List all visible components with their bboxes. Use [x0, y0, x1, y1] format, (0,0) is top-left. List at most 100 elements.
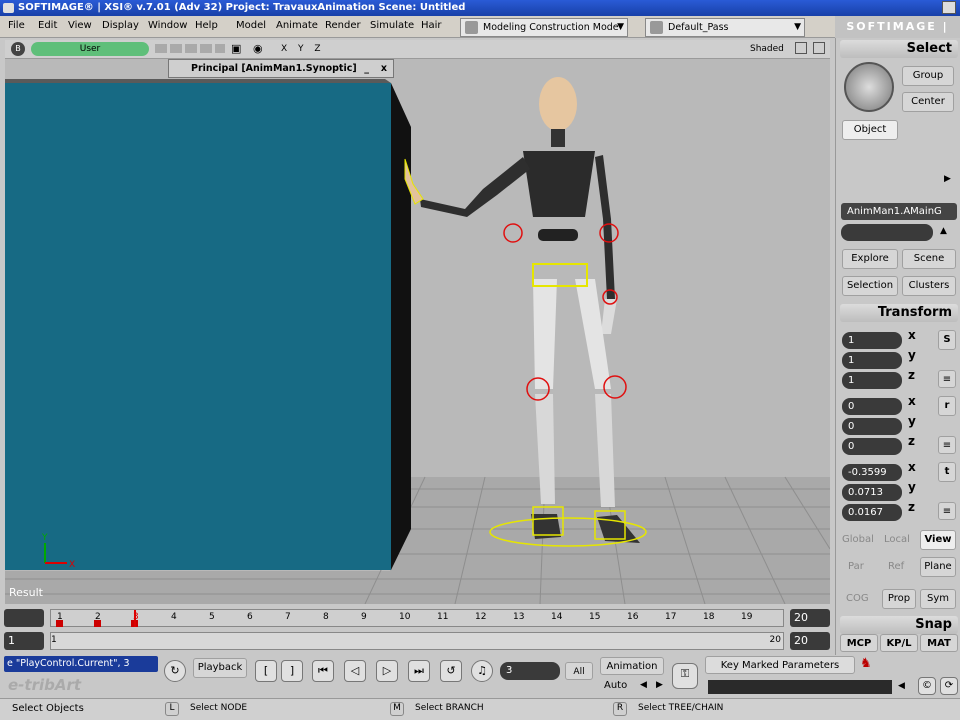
chevron-right-icon[interactable]: ▶	[656, 680, 663, 690]
scale-menu-icon[interactable]: ≡	[938, 370, 956, 388]
animation-button[interactable]: Animation	[600, 657, 664, 675]
eye-icon[interactable]: ◉	[253, 42, 263, 55]
current-frame-field[interactable]: 3	[500, 662, 560, 680]
translate-mode-button[interactable]: t	[938, 462, 956, 482]
menu-simulate[interactable]: Simulate	[370, 20, 414, 31]
tab-kpl[interactable]: KP/L	[880, 634, 918, 652]
refresh-icon[interactable]: ⟳	[940, 677, 958, 695]
rotate-y-field[interactable]: 0	[842, 418, 902, 435]
next-frame-icon[interactable]: ]	[281, 660, 303, 682]
play-icon[interactable]: ▷	[376, 660, 398, 682]
playhead[interactable]	[134, 610, 136, 627]
translate-x-label[interactable]: x	[908, 460, 916, 474]
loop-play-icon[interactable]: ↺	[440, 660, 462, 682]
rotate-z-label[interactable]: z	[908, 434, 915, 448]
pass-combo[interactable]: Default_Pass ▼	[645, 18, 805, 37]
close-icon[interactable]: x	[381, 60, 387, 77]
prop-button[interactable]: Prop	[882, 589, 916, 609]
snap-panel-header[interactable]: Snap	[840, 616, 958, 634]
keyframe-marker[interactable]	[94, 620, 101, 627]
scale-x-field[interactable]: 1	[842, 332, 902, 349]
view-button[interactable]: View	[920, 530, 956, 550]
scale-z-label[interactable]: z	[908, 368, 915, 382]
loop-icon[interactable]: ↻	[164, 660, 186, 682]
sym-button[interactable]: Sym	[920, 589, 956, 609]
chevron-left-icon[interactable]: ◀	[640, 680, 647, 690]
timeline-left-field[interactable]	[4, 609, 44, 627]
translate-x-field[interactable]: -0.3599	[842, 464, 902, 481]
selection-name-field[interactable]: AnimMan1.AMainG	[841, 203, 957, 220]
all-button[interactable]: All	[565, 662, 593, 680]
local-button[interactable]: Local	[884, 534, 910, 545]
playback-menu-button[interactable]: Playback	[193, 658, 247, 678]
prev-frame-icon[interactable]: [	[255, 660, 277, 682]
select-panel-header[interactable]: Select	[840, 40, 958, 58]
key-marked-parameters-button[interactable]: Key Marked Parameters	[705, 656, 855, 674]
menu-display[interactable]: Display	[102, 20, 139, 31]
global-button[interactable]: Global	[842, 534, 874, 545]
timeline[interactable]: 1 2 3 4 5 6 7 8 9 10 11 12 13 14 15 16 1…	[0, 606, 835, 655]
camera-icon[interactable]: ▣	[231, 42, 241, 55]
tab-mat[interactable]: MAT	[920, 634, 958, 652]
menu-help[interactable]: Help	[195, 20, 218, 31]
tab-mcp[interactable]: MCP	[840, 634, 878, 652]
rotate-menu-icon[interactable]: ≡	[938, 436, 956, 454]
rotate-mode-button[interactable]: r	[938, 396, 956, 416]
viewport-3d[interactable]: Y X Result	[5, 59, 830, 604]
group-button[interactable]: Group	[902, 66, 954, 86]
chevron-right-icon[interactable]: ▶	[944, 174, 951, 184]
chevron-left-icon[interactable]: ◀	[898, 681, 905, 691]
first-frame-icon[interactable]: ⏮	[312, 660, 334, 682]
menu-model[interactable]: Model	[236, 20, 266, 31]
viewport-menu-icon[interactable]: B	[11, 42, 25, 56]
transform-panel-header[interactable]: Transform	[840, 304, 958, 322]
copyright-icon[interactable]: ©	[918, 677, 936, 695]
menu-animate[interactable]: Animate	[276, 20, 318, 31]
timeline-track[interactable]: 1 2 3 4 5 6 7 8 9 10 11 12 13 14 15 16 1…	[50, 609, 784, 627]
audio-icon[interactable]: ♫	[471, 660, 493, 682]
menu-hair[interactable]: Hair	[421, 20, 442, 31]
chevron-up-icon[interactable]: ▲	[940, 226, 947, 236]
translate-y-field[interactable]: 0.0713	[842, 484, 902, 501]
synoptic-window-bar[interactable]: Principal [AnimMan1.Synoptic] _ x	[168, 59, 394, 78]
window-close-icon[interactable]	[942, 1, 956, 14]
minimize-icon[interactable]: _	[364, 60, 369, 77]
camera-selector[interactable]: User	[31, 42, 149, 56]
menu-window[interactable]: Window	[148, 20, 187, 31]
range-slider[interactable]: 1 20	[50, 632, 784, 650]
menu-render[interactable]: Render	[325, 20, 361, 31]
translate-z-label[interactable]: z	[908, 500, 915, 514]
axis-toggles[interactable]: X Y Z	[281, 44, 325, 54]
scene-button[interactable]: Scene	[902, 249, 956, 269]
plane-button[interactable]: Plane	[920, 557, 956, 577]
selection-filter-field[interactable]	[841, 224, 933, 241]
scale-y-field[interactable]: 1	[842, 352, 902, 369]
scale-z-field[interactable]: 1	[842, 372, 902, 389]
menu-file[interactable]: File	[8, 20, 25, 31]
range-end-field[interactable]: 20	[790, 632, 830, 650]
menu-view[interactable]: View	[68, 20, 92, 31]
script-command-field[interactable]: e "PlayControl.Current", 3	[4, 656, 158, 672]
marked-params-icon[interactable]: ♞	[860, 656, 872, 671]
translate-menu-icon[interactable]: ≡	[938, 502, 956, 520]
shading-mode[interactable]: Shaded	[750, 44, 784, 54]
menu-edit[interactable]: Edit	[38, 20, 57, 31]
center-button[interactable]: Center	[902, 92, 954, 112]
explore-button[interactable]: Explore	[842, 249, 898, 269]
rotate-y-label[interactable]: y	[908, 414, 916, 428]
rotate-x-field[interactable]: 0	[842, 398, 902, 415]
clusters-button[interactable]: Clusters	[902, 276, 956, 296]
object-button[interactable]: Object	[842, 120, 898, 140]
auto-key-label[interactable]: Auto	[604, 680, 627, 691]
rotate-x-label[interactable]: x	[908, 394, 916, 408]
selection-button[interactable]: Selection	[842, 276, 898, 296]
rotate-z-field[interactable]: 0	[842, 438, 902, 455]
key-icon[interactable]: ⚿	[672, 663, 698, 689]
cog-button[interactable]: COG	[846, 593, 869, 604]
par-button[interactable]: Par	[848, 561, 864, 572]
last-frame-icon[interactable]: ⏭	[408, 660, 430, 682]
keyframe-marker[interactable]	[56, 620, 63, 627]
maximize-icon[interactable]	[813, 42, 825, 54]
scale-y-label[interactable]: y	[908, 348, 916, 362]
viewport-layout-buttons[interactable]	[155, 44, 225, 53]
